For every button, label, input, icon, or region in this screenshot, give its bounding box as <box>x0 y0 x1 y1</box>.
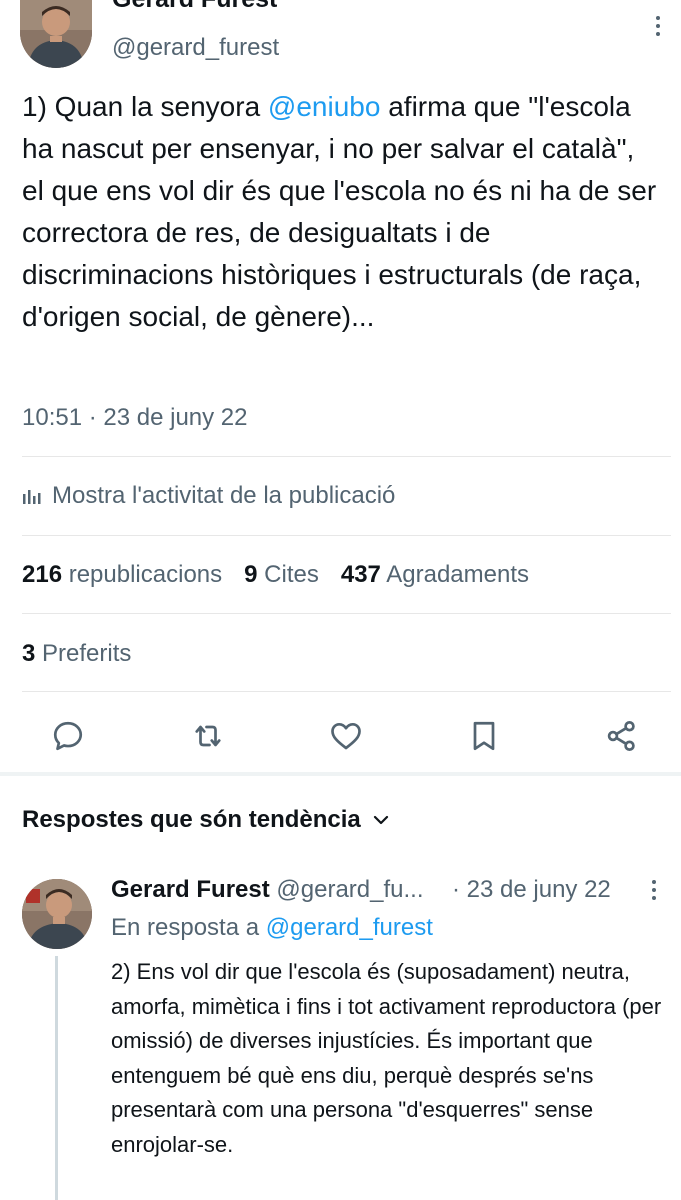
mention-link[interactable]: @eniubo <box>268 91 381 122</box>
replying-prefix: En resposta a <box>111 914 260 941</box>
bookmarks-label: Preferits <box>42 640 132 667</box>
like-button[interactable] <box>326 716 366 756</box>
reply-text: 2) Ens vol dir que l'escola és (suposada… <box>111 959 662 1157</box>
thread-line <box>55 956 58 1200</box>
reply-button[interactable] <box>48 716 88 756</box>
divider <box>22 456 671 457</box>
engagement-stats: 216 republicacions 9 Cites 437 Agradamen… <box>22 561 529 589</box>
likes-label: Agradaments <box>386 561 529 588</box>
tweet-text-part-1: 1) Quan la senyora <box>22 91 268 122</box>
reposts-stat[interactable]: 216 republicacions <box>22 561 222 589</box>
reply-header: Gerard Furest @gerard_fu... <box>111 876 424 904</box>
tweet-text-part-2: afirma que "l'escola ha nascut per ensen… <box>22 91 657 332</box>
author-handle[interactable]: @gerard_furest <box>112 34 279 62</box>
quotes-stat[interactable]: 9 Cites <box>244 561 319 589</box>
repost-button[interactable] <box>188 716 228 756</box>
tweet-timestamp[interactable]: 10:51 · 23 de juny 22 <box>22 404 248 432</box>
chevron-down-icon <box>373 815 388 825</box>
author-name[interactable]: Gerard Furest <box>112 0 277 10</box>
divider <box>22 691 671 692</box>
reposts-label: republicacions <box>68 561 223 588</box>
replies-sort-label: Respostes que són tendència <box>22 806 361 833</box>
replies-sort-dropdown[interactable]: Respostes que són tendència <box>22 806 391 834</box>
divider <box>22 535 671 536</box>
post-activity-label: Mostra l'activitat de la publicació <box>52 482 396 509</box>
post-activity-link[interactable]: Mostra l'activitat de la publicació <box>22 482 395 510</box>
more-options-icon[interactable] <box>653 16 663 40</box>
analytics-icon <box>23 490 41 504</box>
likes-count: 437 <box>340 561 381 588</box>
replying-to: En resposta a @gerard_furest <box>111 914 433 942</box>
tweet-header: Gerard Furest @gerard_furest <box>0 0 681 80</box>
divider <box>22 613 671 614</box>
author-avatar[interactable] <box>20 0 92 68</box>
tweet-text: 1) Quan la senyora @eniubo afirma que "l… <box>22 86 662 338</box>
reply-icon <box>53 721 83 751</box>
like-icon <box>331 722 361 750</box>
bookmark-icon <box>473 721 495 751</box>
reply-date[interactable]: · 23 de juny 22 <box>452 876 611 904</box>
share-button[interactable] <box>602 716 642 756</box>
bookmark-button[interactable] <box>464 716 504 756</box>
reply-author-avatar[interactable] <box>22 879 92 949</box>
reposts-count: 216 <box>22 561 63 588</box>
quotes-count: 9 <box>244 561 258 588</box>
likes-stat[interactable]: 437 Agradaments <box>341 561 529 589</box>
action-bar <box>0 708 681 764</box>
share-icon <box>607 721 635 751</box>
bookmarks-count: 3 <box>22 640 36 667</box>
more-options-icon[interactable] <box>649 880 659 904</box>
bookmarks-stat[interactable]: 3 Preferits <box>22 640 131 668</box>
quotes-label: Cites <box>264 561 319 588</box>
section-separator <box>0 772 681 776</box>
reply-author-name[interactable]: Gerard Furest <box>111 876 270 903</box>
reply-author-handle[interactable]: @gerard_fu... <box>276 876 423 903</box>
replying-to-link[interactable]: @gerard_furest <box>266 914 433 941</box>
repost-icon <box>195 725 221 747</box>
